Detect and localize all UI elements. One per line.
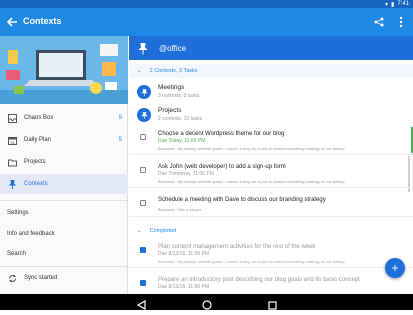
calendar-icon: 31 — [7, 135, 17, 145]
task-due: Due 8/13/16, 11:00 PM — [158, 284, 210, 290]
drawer-divider — [0, 200, 128, 201]
back-nav-icon[interactable] — [136, 297, 146, 315]
drawer-item-daily-plan[interactable]: 31 Daily Plan 5 — [0, 130, 128, 150]
task-checkbox-checked[interactable] — [140, 280, 146, 286]
project-title: Projects — [158, 107, 182, 114]
context-header: @office — [129, 36, 413, 60]
inbox-icon — [7, 113, 17, 123]
task-title: Choose a decent Wordpress theme for our … — [158, 131, 285, 137]
completed-group-header[interactable]: ⌄ Completed — [129, 224, 413, 238]
task-due: Due Today, 11:00 PM — [158, 138, 206, 144]
group-summary: 2 Contexts, 3 Tasks — [149, 68, 198, 74]
system-navigation-bar — [0, 294, 413, 311]
share-icon[interactable] — [373, 15, 385, 29]
task-path: Business › My startup website goals › La… — [158, 259, 345, 264]
completed-label: Completed — [149, 228, 177, 234]
task-title: Plan content management activities for t… — [158, 244, 316, 250]
drawer-item-label: Daily Plan — [24, 137, 52, 143]
pin-icon — [137, 108, 151, 122]
sync-icon — [7, 273, 17, 283]
plus-icon: + — [391, 261, 399, 275]
drawer-item-chaos-box[interactable]: Chaos Box 9 — [0, 108, 128, 128]
sync-label: Sync started — [24, 275, 58, 281]
sync-status[interactable]: Sync started — [0, 268, 128, 288]
task-title: Prepare an introductory post describing … — [158, 277, 360, 283]
battery-icon: ▮ — [391, 1, 395, 8]
pin-icon — [137, 85, 151, 99]
svg-text:31: 31 — [10, 140, 15, 145]
drawer-item-label: Projects — [24, 159, 46, 165]
drawer-divider — [0, 266, 128, 267]
task-checkbox[interactable] — [140, 134, 146, 140]
back-arrow-icon[interactable] — [5, 15, 19, 29]
project-subtitle: 3 contexts, 9 tasks — [158, 93, 200, 99]
task-path: Business › Hire a lawyer — [158, 207, 202, 212]
context-name: @office — [159, 44, 187, 53]
task-row[interactable]: Choose a decent Wordpress theme for our … — [129, 129, 413, 155]
task-due: Due 8/12/16, 11:00 PM — [158, 251, 210, 257]
folder-icon — [7, 157, 17, 167]
completed-task-row[interactable]: Prepare an introductory post describing … — [129, 275, 413, 294]
task-row[interactable]: Schedule a meeting with Dave to discuss … — [129, 195, 413, 217]
drawer-item-label: Contexts — [24, 181, 48, 187]
app-bar: Contexts — [0, 8, 413, 36]
add-task-button[interactable]: + — [385, 258, 405, 278]
home-nav-icon[interactable] — [201, 297, 212, 315]
task-title: Schedule a meeting with Dave to discuss … — [158, 197, 326, 203]
status-time: 7:41 — [397, 1, 409, 7]
pin-icon — [138, 42, 148, 55]
task-checkbox[interactable] — [140, 200, 146, 206]
status-bar: ▾ ▮ 7:41 — [0, 0, 413, 8]
task-checkbox-checked[interactable] — [140, 247, 146, 253]
app-title: Contexts — [23, 16, 62, 26]
drawer-search[interactable]: Search — [7, 251, 26, 257]
drawer-info-feedback[interactable]: Info and feedback — [7, 231, 55, 237]
pin-icon — [7, 179, 17, 189]
drawer-item-contexts[interactable]: Contexts — [0, 174, 128, 194]
task-path: Business › My startup website goals › La… — [158, 179, 345, 184]
project-title: Meetings — [158, 84, 185, 91]
more-vert-icon[interactable] — [395, 15, 407, 29]
context-detail: @office ⌄ 2 Contexts, 3 Tasks Meetings 3… — [129, 36, 413, 294]
drawer-item-label: Chaos Box — [24, 115, 54, 121]
recents-nav-icon[interactable] — [267, 297, 277, 315]
project-subtitle: 2 contexts, 10 tasks — [158, 116, 203, 122]
drawer-item-projects[interactable]: Projects — [0, 152, 128, 172]
project-row-projects[interactable]: Projects 2 contexts, 10 tasks — [129, 105, 413, 127]
drawer-header-illustration — [0, 36, 128, 104]
task-due: Due Tomorrow, 11:00 PM — [158, 171, 214, 177]
task-path: Business › My startup website goals › La… — [158, 146, 345, 151]
drawer-settings[interactable]: Settings — [7, 210, 29, 216]
drawer-item-count: 9 — [118, 115, 122, 121]
project-row-meetings[interactable]: Meetings 3 contexts, 9 tasks — [129, 82, 413, 104]
chevron-down-icon: ⌄ — [137, 68, 142, 74]
drawer-item-count: 5 — [118, 137, 122, 143]
context-group-header[interactable]: ⌄ 2 Contexts, 3 Tasks — [129, 64, 413, 78]
wifi-icon: ▾ — [384, 1, 388, 8]
navigation-drawer: Chaos Box 9 31 Daily Plan 5 Projects Con… — [0, 36, 128, 294]
completed-task-row[interactable]: Plan content management activities for t… — [129, 242, 413, 268]
task-row[interactable]: Ask John (web developer) to add a sign-u… — [129, 162, 413, 188]
task-checkbox[interactable] — [140, 167, 146, 173]
chevron-down-icon: ⌄ — [137, 228, 142, 234]
task-title: Ask John (web developer) to add a sign-u… — [158, 164, 286, 170]
